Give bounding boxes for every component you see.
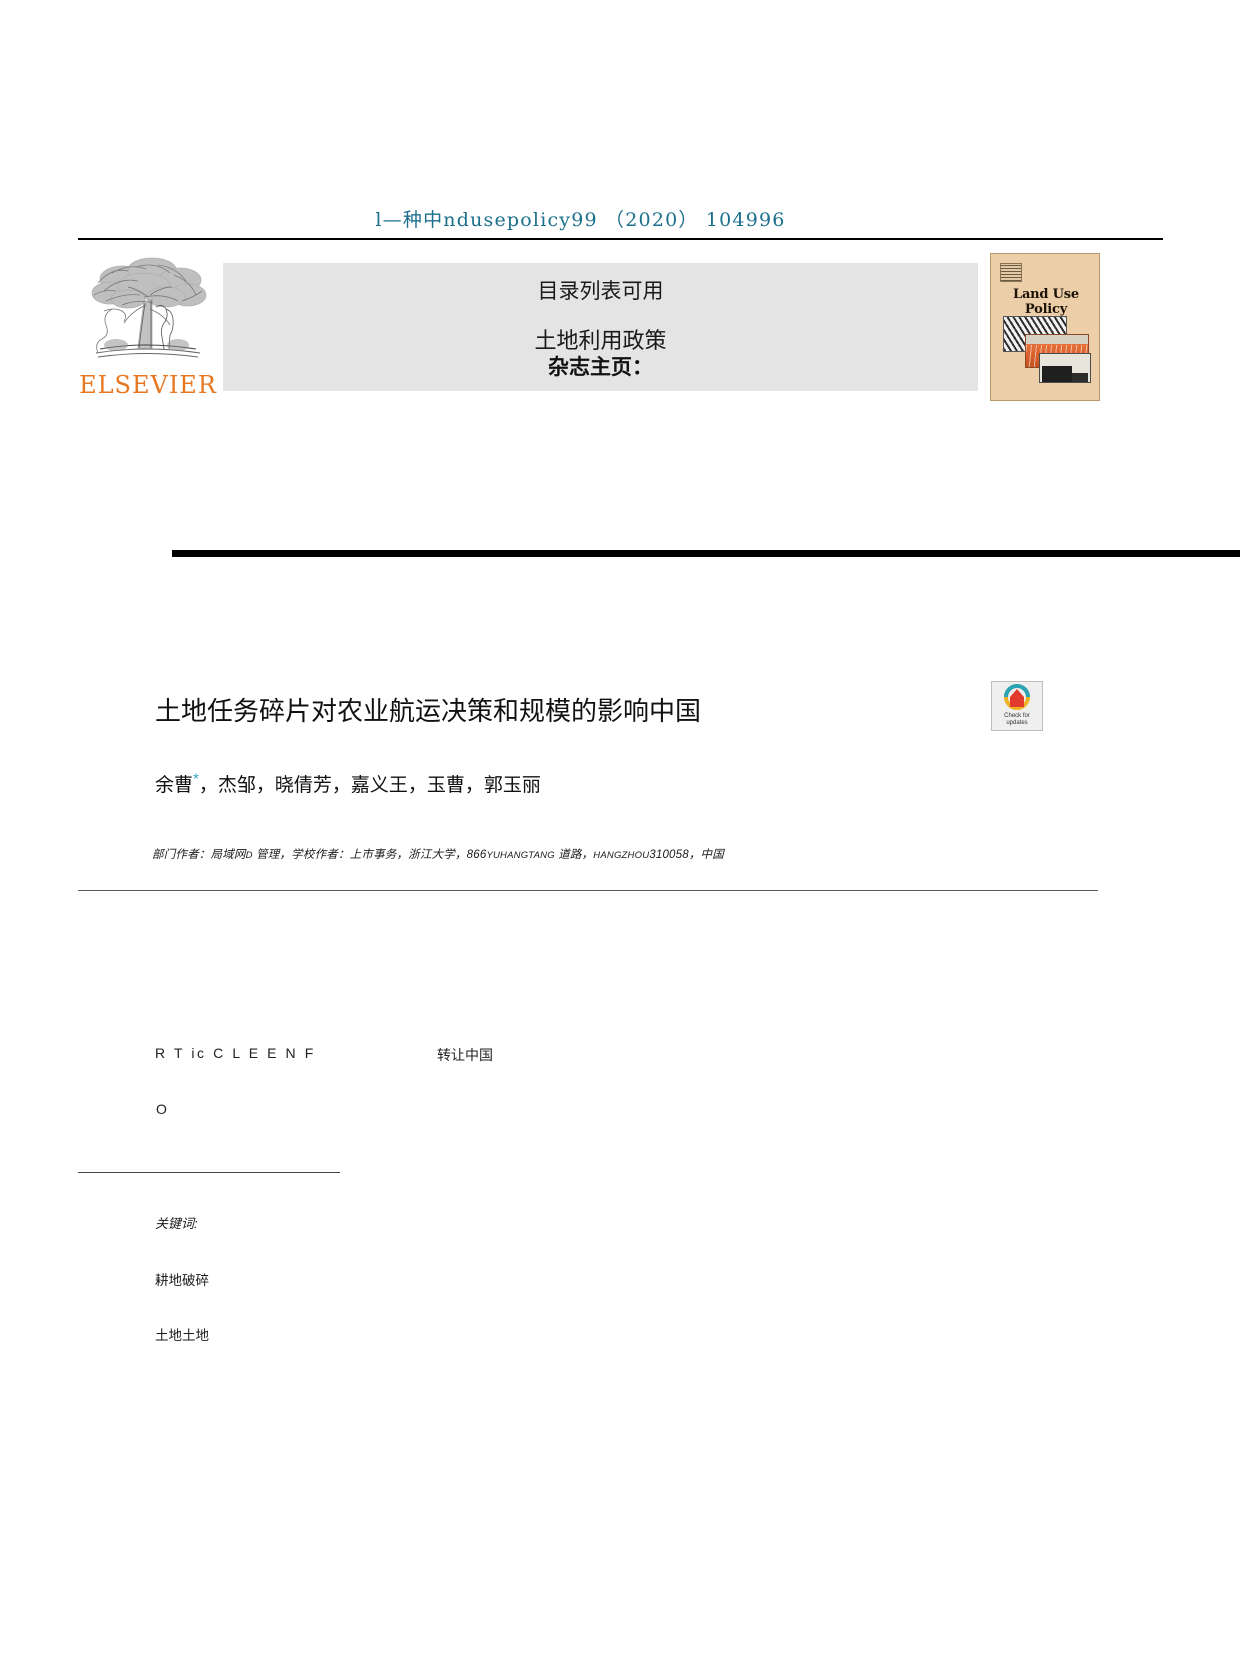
keywords-divider <box>78 1172 340 1173</box>
section-divider-heavy <box>172 550 1240 557</box>
journal-info-band: 目录列表可用 土地利用政策 杂志主页： <box>223 263 978 391</box>
affiliation-part-1: 部门作者：局域网 <box>152 849 246 861</box>
affiliation-part-2: 管理，学校作者：上市事务，浙江大学，866 <box>252 849 487 861</box>
affiliation-part-3: 道路， <box>554 849 594 861</box>
journal-homepage-label[interactable]: 杂志主页： <box>223 351 978 381</box>
article-title: 土地任务碎片对农业航运决策和规模的影响中国 <box>155 696 702 726</box>
journal-cover-thumbnail[interactable]: Land Use Policy <box>990 253 1100 401</box>
elsevier-logo: ELSEVIER <box>78 253 218 401</box>
article-info-stray-character: O <box>156 1101 167 1117</box>
keyword-item: 耕地破碎 <box>155 1273 209 1288</box>
crossmark-icon <box>1004 684 1030 710</box>
keyword-item: 土地土地 <box>155 1328 209 1343</box>
cover-publisher-stamp-icon <box>1000 263 1022 282</box>
crossmark-label-line2: updates <box>1006 720 1028 726</box>
running-head-citation: l—种中ndusepolicy99 （2020） 104996 <box>375 209 786 231</box>
journal-masthead: ELSEVIER 目录列表可用 土地利用政策 杂志主页： Land Use Po… <box>78 253 1163 401</box>
cover-title: Land Use Policy <box>1013 287 1079 317</box>
affiliation-divider <box>78 890 1098 891</box>
author-affiliation: 部门作者：局域网D 管理，学校作者：上市事务，浙江大学，866YUHANGTAN… <box>152 846 1052 862</box>
article-first-page: l—种中ndusepolicy99 （2020） 104996 ELSEVIER… <box>0 0 1240 1654</box>
affiliation-part-4: 310058，中国 <box>649 849 724 861</box>
affiliation-smallcaps-2: YUHANGTANG <box>486 850 555 861</box>
author-corresponding[interactable]: 余曹 <box>155 775 193 796</box>
keywords-label: 关键词: <box>155 1216 198 1231</box>
author-list: 余曹*，杰邹，晓倩芳，嘉义王，玉曹，郭玉丽 <box>155 770 975 797</box>
affiliation-smallcaps-1: D <box>245 850 253 861</box>
elsevier-wordmark: ELSEVIER <box>79 371 217 399</box>
header-divider <box>78 238 1163 240</box>
cover-photo-tile-3 <box>1039 353 1091 383</box>
author-list-rest: ，杰邹，晓倩芳，嘉义王，玉曹，郭玉丽 <box>198 775 541 796</box>
abstract-heading: 转让中国 <box>437 1047 493 1063</box>
elsevier-tree-icon <box>91 257 207 358</box>
crossmark-check-for-updates-badge[interactable]: Check for updates <box>991 681 1043 731</box>
article-info-heading: R T ic C L E E N F <box>155 1045 316 1061</box>
crossmark-label: Check for updates <box>992 713 1042 727</box>
affiliation-smallcaps-3: HANGZHOU <box>593 850 650 861</box>
crossmark-label-line1: Check for <box>1004 713 1030 719</box>
contents-available-text: 目录列表可用 <box>537 279 664 303</box>
